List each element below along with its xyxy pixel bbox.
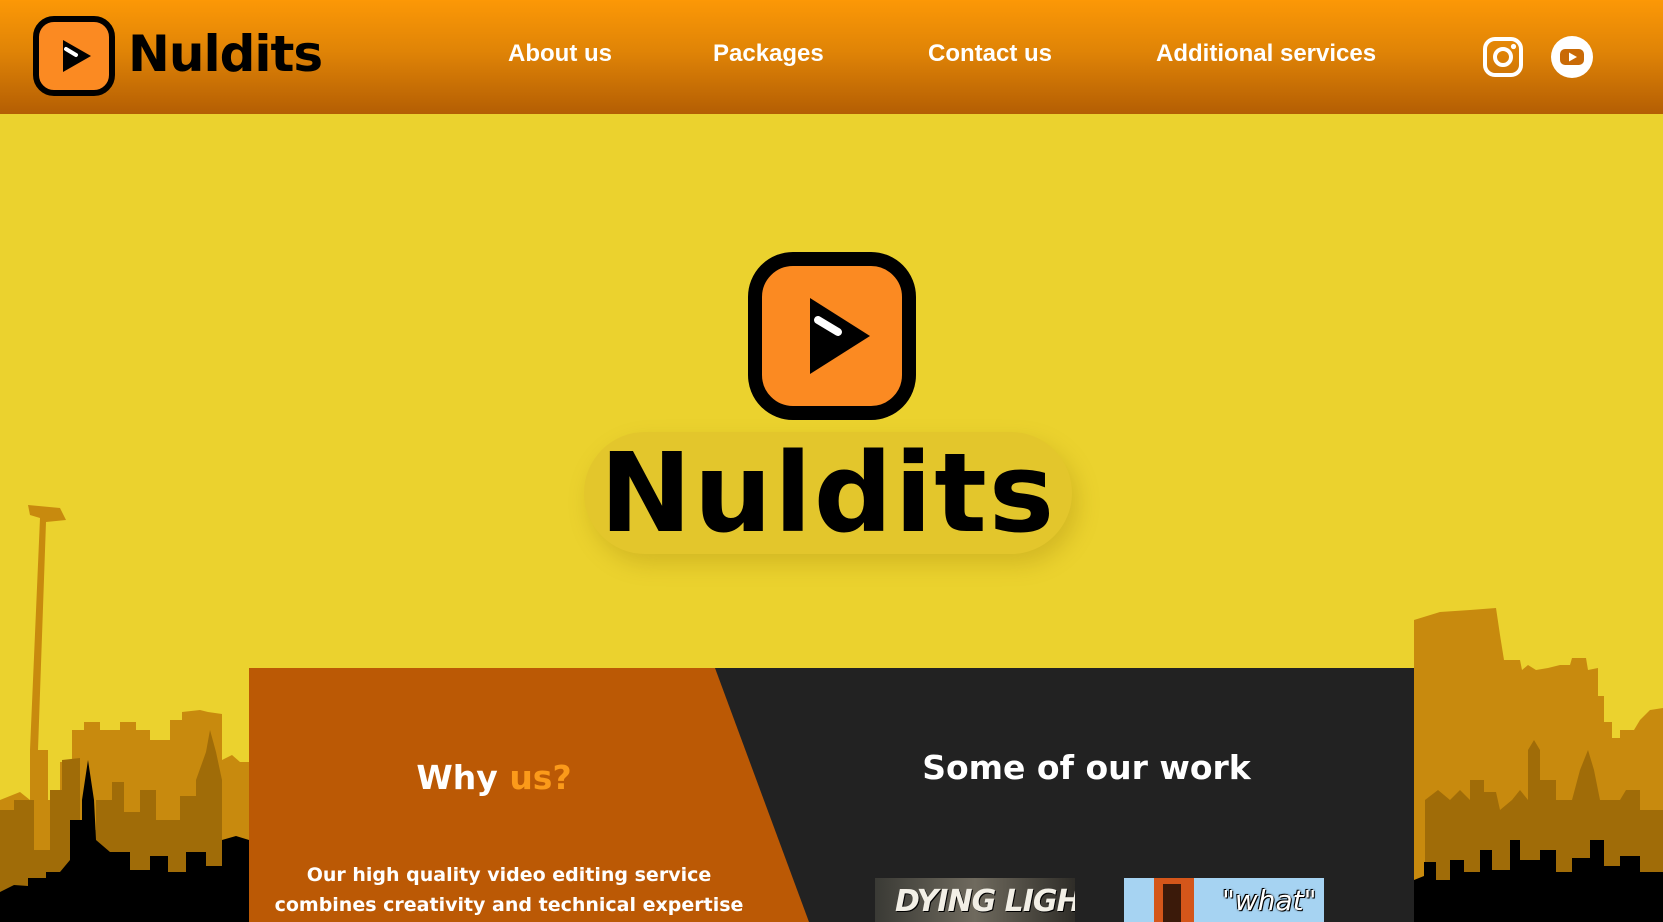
why-us-description: Our high quality video editing service c…	[269, 860, 749, 922]
brand-wordmark[interactable]: Nuldits	[128, 22, 323, 86]
site-header: Nuldits About us Packages Contact us Add…	[0, 0, 1663, 114]
door-opening-image	[1163, 884, 1181, 922]
instagram-icon[interactable]	[1481, 35, 1525, 79]
why-us-text-line: combines creativity and technical expert…	[274, 894, 744, 916]
work-thumbnail-what[interactable]: "what"	[1124, 878, 1324, 922]
why-us-text-line: Our high quality video editing service	[306, 864, 712, 886]
why-us-heading-main: Why	[416, 758, 498, 797]
nav-packages[interactable]: Packages	[713, 40, 824, 68]
why-us-heading-accent: us?	[509, 758, 572, 797]
nav-contact-us[interactable]: Contact us	[928, 40, 1052, 68]
nav-about-us[interactable]: About us	[508, 40, 612, 68]
why-us-heading: Why us?	[249, 758, 739, 798]
thumbnail-title: DYING LIGHT	[895, 884, 1075, 919]
thumbnail-title: "what"	[1222, 884, 1317, 917]
hero-play-button-icon	[748, 252, 916, 420]
nav-additional-services[interactable]: Additional services	[1156, 40, 1376, 68]
youtube-icon[interactable]	[1550, 35, 1594, 79]
work-thumbnail-dying-light[interactable]: DYING LIGHT	[875, 878, 1075, 922]
work-heading: Some of our work	[922, 748, 1251, 787]
feature-panel: Why us? Our high quality video editing s…	[249, 668, 1414, 922]
hero-wordmark: Nuldits	[599, 429, 1057, 557]
play-button-icon[interactable]	[33, 16, 115, 96]
